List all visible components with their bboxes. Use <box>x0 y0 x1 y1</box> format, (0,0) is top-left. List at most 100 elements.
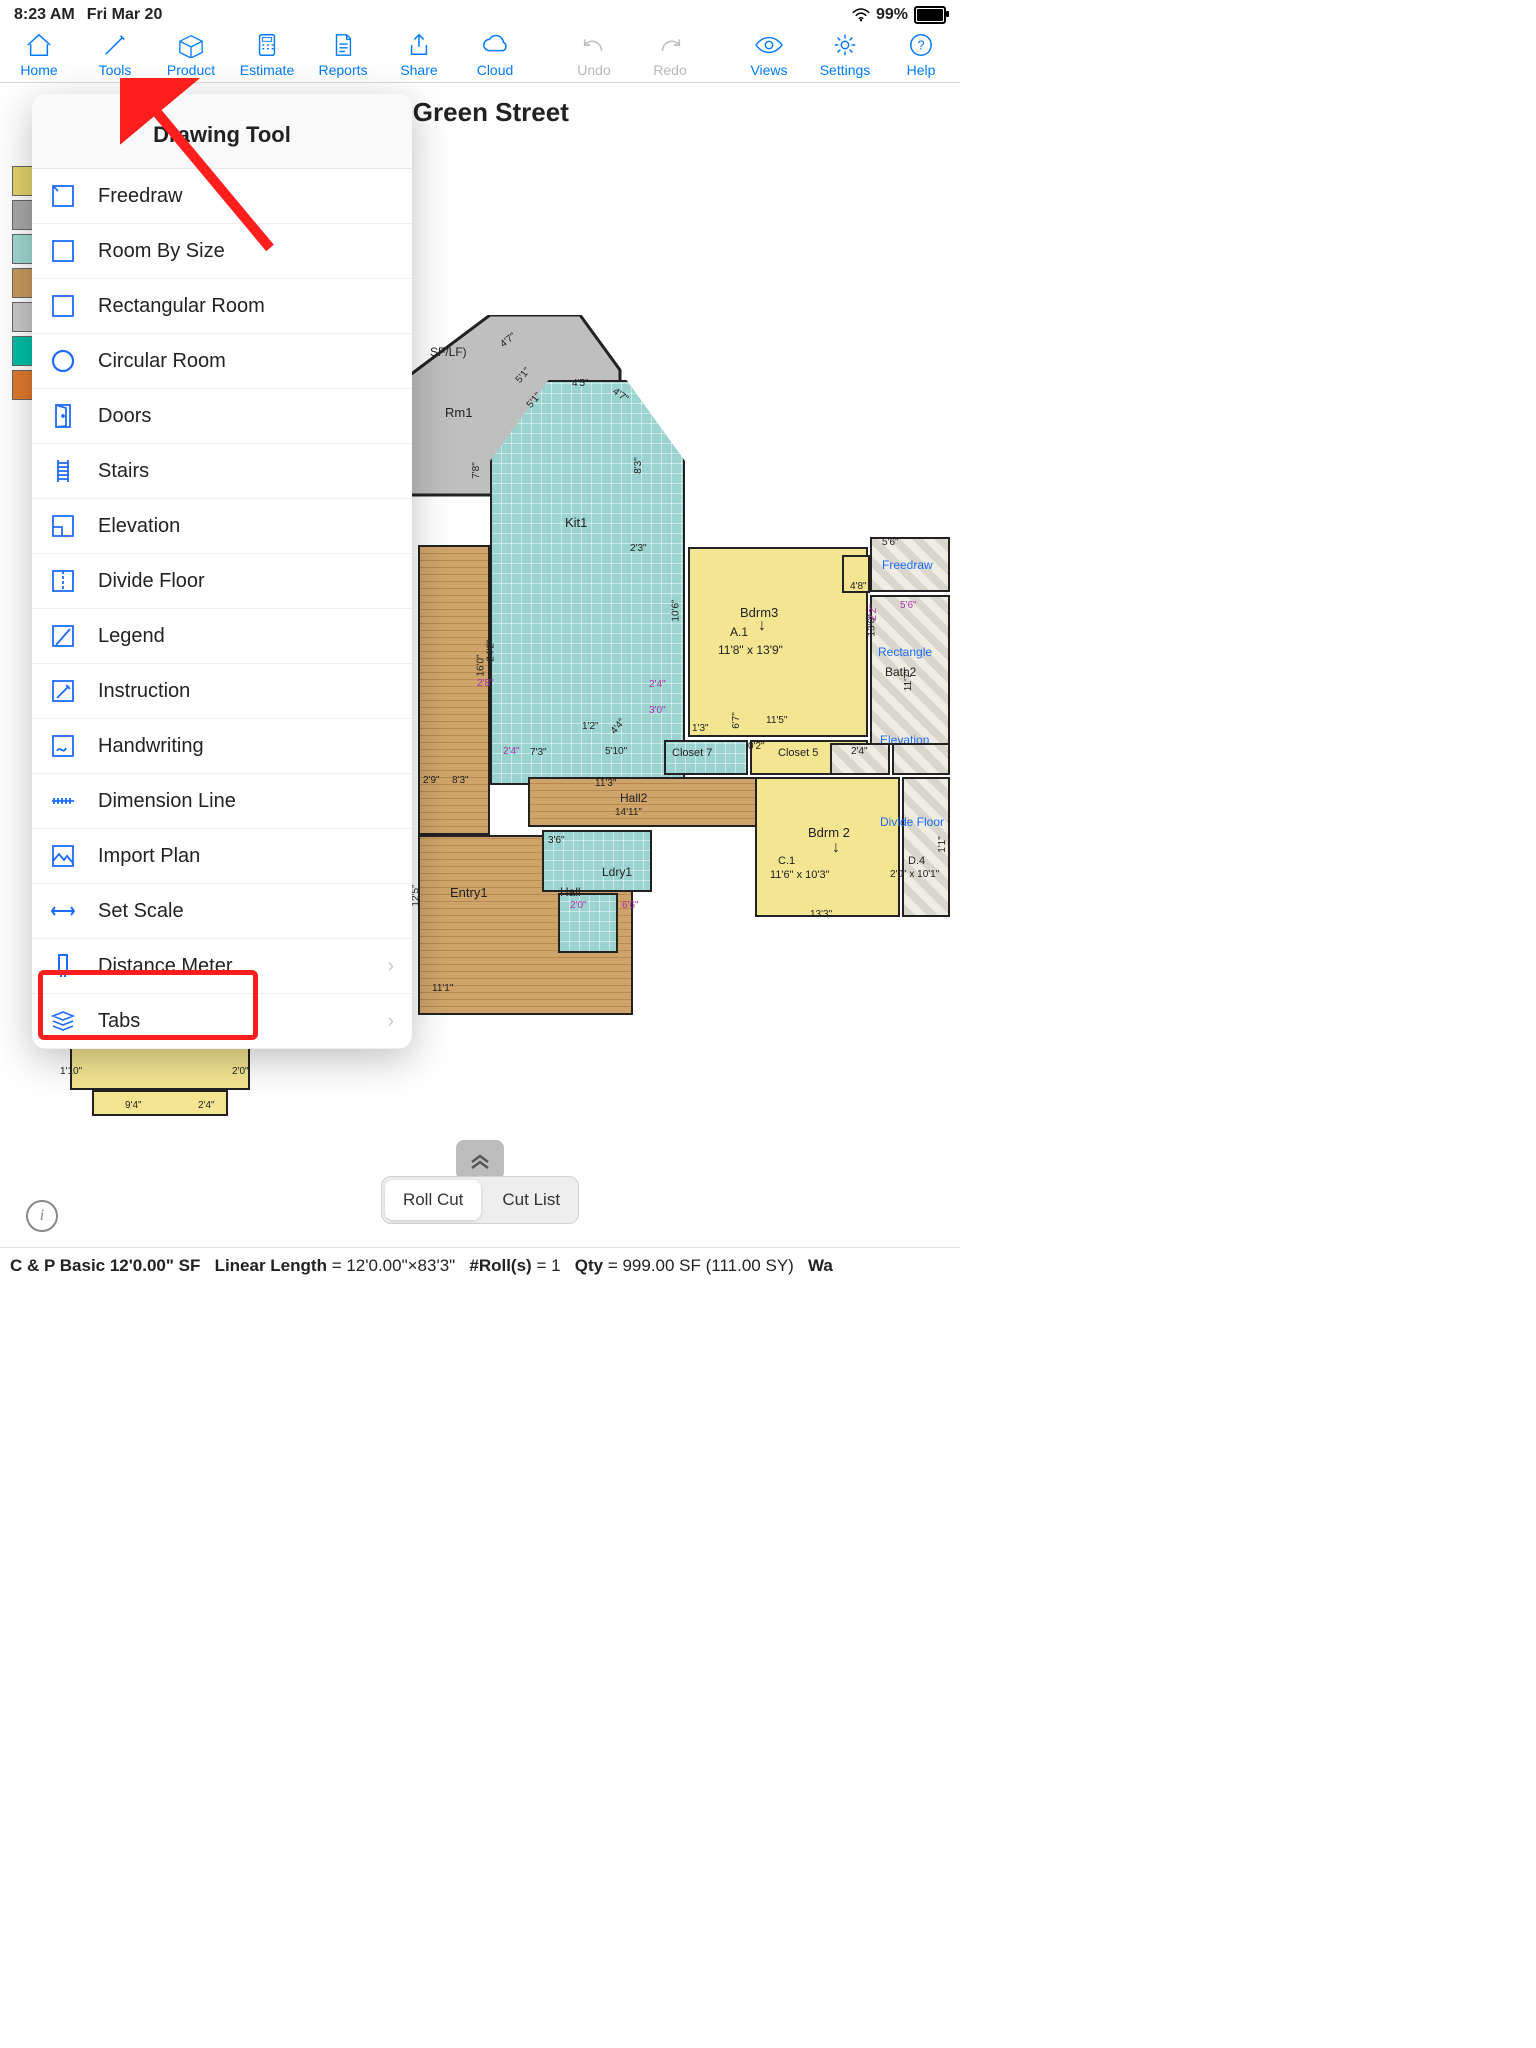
room-label-rm1: Rm1 <box>445 405 472 420</box>
handwriting-icon <box>50 733 76 759</box>
room-note-rm1: SF/LF) <box>430 345 467 359</box>
drawing-tool-elevation[interactable]: Elevation <box>32 499 412 554</box>
svg-text:?: ? <box>917 38 924 53</box>
drawing-tool-circular-room[interactable]: Circular Room <box>32 334 412 389</box>
elevation-icon <box>50 513 76 539</box>
estimate-button[interactable]: Estimate <box>238 32 296 78</box>
menu-item-label: Import Plan <box>98 845 200 868</box>
room-bdrm2[interactable] <box>755 777 900 917</box>
menu-item-label: Legend <box>98 625 165 648</box>
room-label-bdrm2: Bdrm 2 <box>808 825 850 840</box>
menu-item-label: Circular Room <box>98 350 226 373</box>
undo-button[interactable]: Undo <box>565 32 623 78</box>
drawing-tool-dimension-line[interactable]: Dimension Line <box>32 774 412 829</box>
views-button[interactable]: Views <box>740 32 798 78</box>
menu-item-label: Freedraw <box>98 185 182 208</box>
status-time: 8:23 AM <box>14 6 75 24</box>
drawing-tool-popover: Drawing Tool Freedraw Room By Size Rectang… <box>32 94 412 1049</box>
room-label-closet5: Closet 5 <box>778 747 818 759</box>
drawing-tool-set-scale[interactable]: Set Scale <box>32 884 412 939</box>
room-sub-bdrm3: A.1 <box>730 625 748 639</box>
chevron-right-icon: › <box>387 955 394 978</box>
home-button[interactable]: Home <box>10 32 68 78</box>
room-label-hall2: Hall2 <box>620 791 647 805</box>
drawing-tool-stairs[interactable]: Stairs <box>32 444 412 499</box>
seg-cut-list[interactable]: Cut List <box>484 1180 578 1220</box>
set-scale-icon <box>50 898 76 924</box>
menu-item-label: Divide Floor <box>98 570 205 593</box>
cloud-button[interactable]: Cloud <box>466 32 524 78</box>
drawing-tool-room-by-size[interactable]: Room By Size <box>32 224 412 279</box>
dimension-line-icon <box>50 788 76 814</box>
room-label-entry1: Entry1 <box>450 885 488 900</box>
menu-item-label: Distance Meter <box>98 955 233 978</box>
room-sub-bdrm2: C.1 <box>778 855 795 867</box>
menu-item-label: Dimension Line <box>98 790 236 813</box>
status-date: Fri Mar 20 <box>87 6 163 24</box>
share-button[interactable]: Share <box>390 32 448 78</box>
reports-button[interactable]: Reports <box>314 32 372 78</box>
drawing-tool-tabs[interactable]: Tabs › <box>32 994 412 1049</box>
room-closet8b[interactable] <box>892 743 950 775</box>
status-footer: C & P Basic 12'0.00" SF Linear Length = … <box>0 1247 960 1280</box>
import-plan-icon <box>50 843 76 869</box>
dim: 11'3" <box>595 778 616 789</box>
drawing-tool-instruction[interactable]: Instruction <box>32 664 412 719</box>
overlay-rectangle: Rectangle <box>878 645 932 659</box>
freedraw-icon <box>50 183 76 209</box>
menu-item-label: Rectangular Room <box>98 295 265 318</box>
menu-item-label: Instruction <box>98 680 190 703</box>
stairs-icon <box>50 458 76 484</box>
circular-room-icon <box>50 348 76 374</box>
bottom-segment: Roll Cut Cut List <box>0 1176 960 1224</box>
menu-item-label: Set Scale <box>98 900 184 923</box>
drawing-tool-import-plan[interactable]: Import Plan <box>32 829 412 884</box>
drawing-tool-legend[interactable]: Legend <box>32 609 412 664</box>
drawing-tool-doors[interactable]: Doors <box>32 389 412 444</box>
drawing-tool-handwriting[interactable]: Handwriting <box>32 719 412 774</box>
tabs-icon <box>50 1008 76 1034</box>
room-label-hall3: Hall <box>560 885 581 899</box>
overlay-freedraw: Freedraw <box>882 558 933 572</box>
room-wood-left[interactable] <box>418 545 490 835</box>
battery-percent: 99% <box>876 6 908 24</box>
seg-roll-cut[interactable]: Roll Cut <box>385 1180 481 1220</box>
main-toolbar: Home Tools Product Estimate Reports Shar… <box>0 26 960 83</box>
battery-icon <box>914 6 946 24</box>
room-by-size-icon <box>50 238 76 264</box>
drawing-tool-distance-meter[interactable]: Distance Meter › <box>32 939 412 994</box>
instruction-icon <box>50 678 76 704</box>
room-label-closet7: Closet 7 <box>672 747 712 759</box>
room-hall2[interactable] <box>528 777 778 827</box>
distance-meter-icon <box>50 953 76 979</box>
divide-floor-icon <box>50 568 76 594</box>
room-bdrm3[interactable] <box>688 547 868 737</box>
menu-item-label: Elevation <box>98 515 180 538</box>
room-size-bdrm3: 11'8" x 13'9" <box>718 643 783 657</box>
overlay-divide-floor: Divide Floor <box>880 815 944 829</box>
legend-icon <box>50 623 76 649</box>
redo-button[interactable]: Redo <box>641 32 699 78</box>
expand-up-button[interactable] <box>456 1140 504 1180</box>
room-label-ldry1: Ldry1 <box>602 865 632 879</box>
rectangular-room-icon <box>50 293 76 319</box>
chevron-right-icon: › <box>387 1010 394 1033</box>
drawing-tool-divide-floor[interactable]: Divide Floor <box>32 554 412 609</box>
menu-item-label: Room By Size <box>98 240 225 263</box>
help-button[interactable]: ?Help <box>892 32 950 78</box>
dim-hall2: 14'11" <box>615 807 642 818</box>
product-button[interactable]: Product <box>162 32 220 78</box>
tools-button[interactable]: Tools <box>86 32 144 78</box>
settings-button[interactable]: Settings <box>816 32 874 78</box>
room-size-bdrm2: 11'6" x 10'3" <box>770 869 830 881</box>
room-hall3[interactable] <box>558 893 618 953</box>
menu-item-label: Doors <box>98 405 151 428</box>
menu-item-label: Stairs <box>98 460 149 483</box>
status-bar: 8:23 AM Fri Mar 20 99% <box>0 0 960 26</box>
menu-item-label: Handwriting <box>98 735 204 758</box>
doors-icon <box>50 403 76 429</box>
menu-item-label: Tabs <box>98 1010 140 1033</box>
popover-title: Drawing Tool <box>32 94 412 169</box>
drawing-tool-rectangular-room[interactable]: Rectangular Room <box>32 279 412 334</box>
drawing-tool-freedraw[interactable]: Freedraw <box>32 169 412 224</box>
